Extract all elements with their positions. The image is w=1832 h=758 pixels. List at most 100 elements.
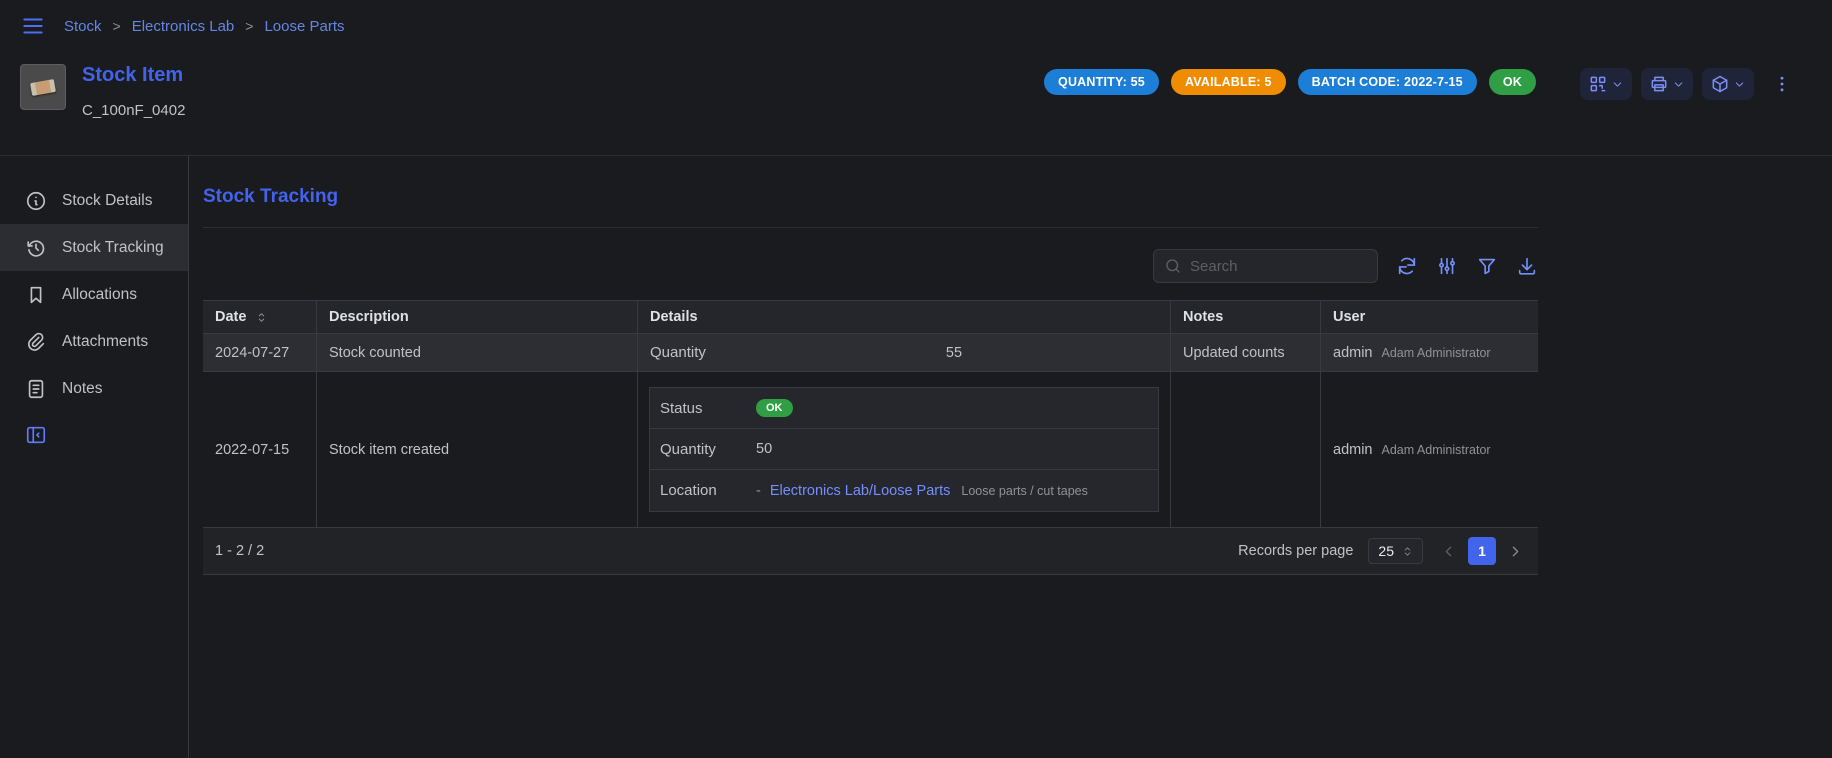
row2-date-cell: 2022-07-15 <box>203 372 317 528</box>
magnifier-icon <box>1164 257 1182 275</box>
breadcrumb-separator: > <box>113 18 121 34</box>
next-page-button[interactable] <box>1505 541 1526 562</box>
qr-grid-icon <box>1588 74 1608 94</box>
column-header-date[interactable]: Date <box>203 300 317 334</box>
username: admin <box>1333 345 1373 361</box>
package-icon <box>1710 74 1730 94</box>
breadcrumb-link-stock[interactable]: Stock <box>64 18 102 35</box>
column-header-user[interactable]: User <box>1321 300 1538 334</box>
table-toolbar <box>203 249 1538 283</box>
quantity-badge: QUANTITY: 55 <box>1044 69 1159 95</box>
row2-description-cell: Stock item created <box>317 372 638 528</box>
batch-code-badge: BATCH CODE: 2022-7-15 <box>1298 69 1477 95</box>
sidebar-item-attachments[interactable]: Attachments <box>0 318 188 365</box>
status-ok-badge: OK <box>756 399 793 417</box>
table-footer: 1 - 2 / 2 Records per page 25 <box>203 528 1538 575</box>
hamburger-menu-button[interactable] <box>18 11 48 41</box>
detail-row-status: Status OK <box>650 388 1158 429</box>
topbar: Stock > Electronics Lab > Loose Parts <box>0 0 1832 52</box>
page-1-button[interactable]: 1 <box>1468 537 1496 565</box>
chevron-left-icon <box>1440 543 1457 560</box>
breadcrumb-link-electronics-lab[interactable]: Electronics Lab <box>132 18 235 35</box>
sidebar-item-label: Attachments <box>62 333 148 351</box>
detail-row-location: Location - Electronics Lab/Loose Parts L… <box>650 470 1158 511</box>
column-header-notes[interactable]: Notes <box>1171 300 1321 334</box>
detail-row: Quantity 55 <box>650 344 1158 361</box>
notes-value: Updated counts <box>1183 345 1285 361</box>
location-link[interactable]: Electronics Lab/Loose Parts <box>770 483 951 499</box>
available-badge: AVAILABLE: 5 <box>1171 69 1286 95</box>
row1-user-cell: admin Adam Administrator <box>1321 334 1538 372</box>
row1-description-cell: Stock counted <box>317 334 638 372</box>
location-description: Loose parts / cut tapes <box>961 484 1087 498</box>
user-fullname: Adam Administrator <box>1382 443 1491 457</box>
breadcrumb-separator: > <box>245 18 253 34</box>
panel-title: Stock Tracking <box>203 186 1538 208</box>
table-columns-button[interactable] <box>1436 255 1458 277</box>
info-circle-icon <box>25 190 47 212</box>
sidebar-item-stock-details[interactable]: Stock Details <box>0 177 188 224</box>
detail-label: Quantity <box>660 441 756 458</box>
detail-value: 55 <box>750 345 1158 361</box>
chevron-down-icon <box>1611 78 1624 91</box>
sidebar-item-stock-tracking[interactable]: Stock Tracking <box>0 224 188 271</box>
column-label: User <box>1333 309 1365 325</box>
pagination: 1 <box>1438 537 1526 565</box>
part-thumbnail <box>20 64 66 110</box>
refresh-button[interactable] <box>1396 255 1418 277</box>
detail-value: 50 <box>756 441 772 457</box>
chevron-down-icon <box>1672 78 1685 91</box>
search-input[interactable] <box>1190 258 1367 275</box>
arrows-sort-icon <box>255 311 268 324</box>
capacitor-image <box>30 79 56 96</box>
row1-date-cell: 2024-07-27 <box>203 334 317 372</box>
adjustments-icon <box>1436 255 1458 277</box>
sidebar-item-label: Stock Details <box>62 192 152 210</box>
column-label: Description <box>329 309 409 325</box>
row1-notes-cell: Updated counts <box>1171 334 1321 372</box>
status-ok-badge: OK <box>1489 69 1536 95</box>
download-button[interactable] <box>1516 255 1538 277</box>
sidebar: Stock Details Stock Tracking Allocations… <box>0 156 189 758</box>
circular-arrows-icon <box>1396 255 1418 277</box>
search-box <box>1153 249 1378 283</box>
download-icon <box>1516 255 1538 277</box>
barcode-actions-button[interactable] <box>1580 68 1632 100</box>
records-per-page-label: Records per page <box>1238 543 1353 559</box>
filter-button[interactable] <box>1476 255 1498 277</box>
history-icon <box>25 237 47 259</box>
vertical-dots-icon <box>1772 74 1792 94</box>
description-value: Stock counted <box>329 345 421 361</box>
column-label: Details <box>650 309 698 325</box>
more-options-button[interactable] <box>1768 70 1796 98</box>
date-value: 2024-07-27 <box>215 345 289 361</box>
title-block: Stock Item C_100nF_0402 <box>82 64 185 119</box>
page-title: Stock Item <box>82 64 185 87</box>
paperclip-icon <box>25 331 47 353</box>
page-header: Stock Item C_100nF_0402 QUANTITY: 55 AVA… <box>0 52 1832 142</box>
sidebar-item-allocations[interactable]: Allocations <box>0 271 188 318</box>
column-label: Notes <box>1183 309 1223 325</box>
collapse-sidebar-button[interactable] <box>25 424 47 446</box>
column-label: Date <box>215 309 246 325</box>
stock-actions-button[interactable] <box>1702 68 1754 100</box>
row2-notes-cell <box>1171 372 1321 528</box>
table-footer-controls: Records per page 25 1 <box>1238 537 1526 565</box>
column-header-details[interactable]: Details <box>638 300 1171 334</box>
user-fullname: Adam Administrator <box>1382 346 1491 360</box>
status-badges: QUANTITY: 55 AVAILABLE: 5 BATCH CODE: 20… <box>1044 69 1536 95</box>
sidebar-item-notes[interactable]: Notes <box>0 365 188 412</box>
breadcrumb-link-loose-parts[interactable]: Loose Parts <box>264 18 344 35</box>
page-subtitle: C_100nF_0402 <box>82 102 185 119</box>
hamburger-icon <box>20 13 46 39</box>
previous-page-button[interactable] <box>1438 541 1459 562</box>
chevron-right-icon <box>1507 543 1524 560</box>
column-header-description[interactable]: Description <box>317 300 638 334</box>
records-per-page-select[interactable]: 25 <box>1368 538 1423 564</box>
print-actions-button[interactable] <box>1641 68 1693 100</box>
sidebar-item-label: Allocations <box>62 286 137 304</box>
notes-icon <box>25 378 47 400</box>
spinner-arrows-icon <box>1402 546 1413 557</box>
description-value: Stock item created <box>329 442 449 458</box>
detail-label: Quantity <box>650 344 750 361</box>
